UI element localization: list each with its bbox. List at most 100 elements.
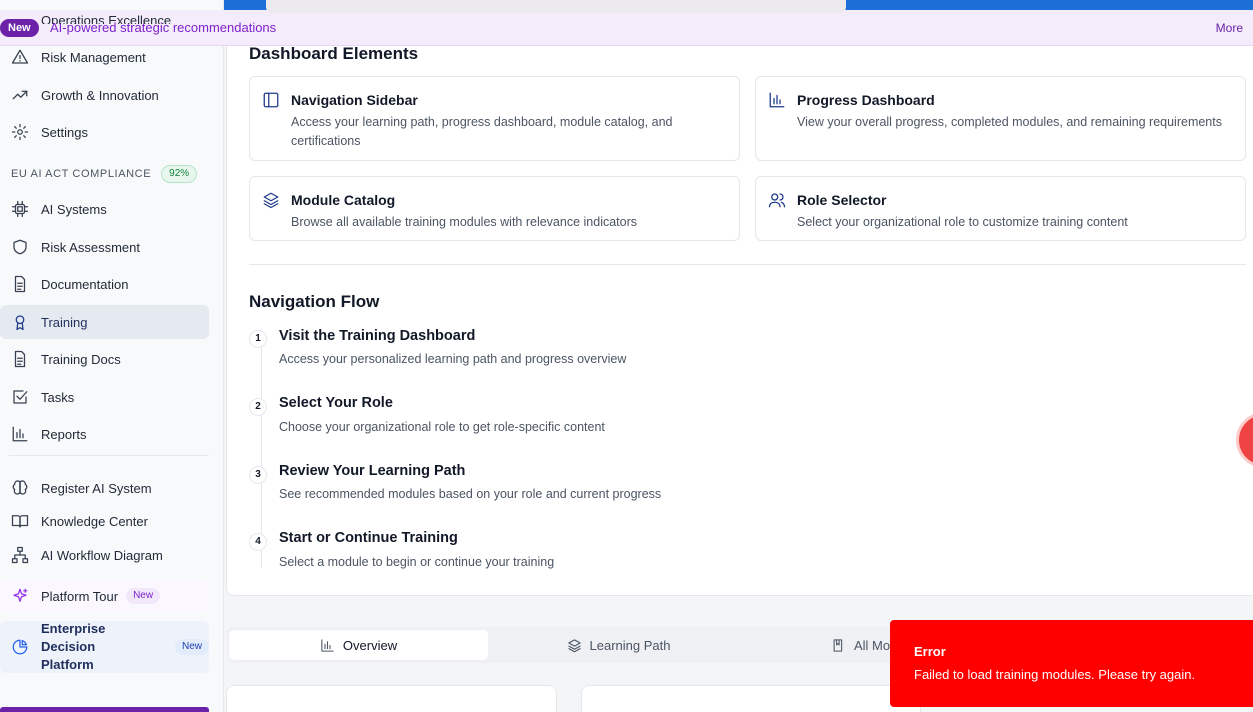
sidebar-item-label: Register AI System — [41, 480, 152, 496]
sidebar: Operations Excellence Risk Management Gr… — [0, 0, 224, 712]
sidebar-item-reports[interactable]: Reports — [0, 417, 209, 451]
enterprise-decision-platform-button[interactable]: Enterprise Decision Platform New — [0, 621, 209, 673]
tab-label: Learning Path — [589, 637, 671, 653]
enterprise-label-line2: Platform — [41, 657, 94, 672]
tab-overview[interactable]: Overview — [229, 630, 488, 660]
sidebar-item-knowledge-center[interactable]: Knowledge Center — [0, 504, 209, 538]
error-toast[interactable]: Error Failed to load training modules. P… — [890, 620, 1253, 707]
element-card-module-catalog: Module Catalog Browse all available trai… — [249, 176, 740, 241]
sidebar-item-label: Knowledge Center — [41, 513, 148, 529]
gear-icon — [11, 123, 29, 141]
sidebar-item-register-ai-system[interactable]: Register AI System — [0, 471, 209, 505]
dashboard-elements-heading: Dashboard Elements — [249, 44, 419, 63]
workflow-icon — [11, 546, 29, 564]
section-title: EU AI ACT COMPLIANCE — [11, 168, 152, 180]
checkbox-icon — [11, 388, 29, 406]
step-description: Access your personalized learning path a… — [279, 352, 627, 366]
sidebar-item-settings[interactable]: Settings — [0, 115, 209, 149]
tab-learning-path[interactable]: Learning Path — [489, 630, 748, 660]
sidebar-item-label: Risk Assessment — [41, 239, 140, 255]
element-card-progress-dashboard: Progress Dashboard View your overall pro… — [755, 76, 1246, 161]
enterprise-label: Enterprise Decision Platform — [41, 620, 153, 674]
sidebar-icon — [262, 91, 280, 109]
sidebar-item-label: Operations Excellence — [41, 13, 172, 24]
sidebar-item-label: AI Workflow Diagram — [41, 547, 163, 563]
sidebar-item-ai-workflow-diagram[interactable]: AI Workflow Diagram — [0, 538, 209, 572]
element-description: Select your organizational role to custo… — [797, 215, 1128, 229]
element-title: Navigation Sidebar — [291, 92, 418, 108]
more-link[interactable]: More — [1216, 21, 1243, 35]
element-title: Module Catalog — [291, 192, 396, 208]
step-description: Select a module to begin or continue you… — [279, 555, 555, 569]
platform-tour-button[interactable]: Platform Tour New — [0, 579, 209, 613]
bar-chart-icon — [11, 425, 29, 443]
step-number: 4 — [249, 533, 267, 551]
step-title: Review Your Learning Path — [279, 463, 466, 479]
compliance-percent-badge: 92% — [161, 165, 198, 183]
step-description: See recommended modules based on your ro… — [279, 487, 662, 501]
new-badge: New — [126, 588, 161, 604]
sidebar-item-risk-assessment[interactable]: Risk Assessment — [0, 230, 209, 264]
step-number: 2 — [249, 398, 267, 416]
sidebar-bottom-button[interactable] — [0, 707, 209, 712]
sidebar-item-label: Training Docs — [41, 351, 121, 367]
sidebar-item-training-docs[interactable]: Training Docs — [0, 342, 209, 376]
sidebar-item-label: Documentation — [41, 276, 129, 292]
element-title: Progress Dashboard — [797, 92, 935, 108]
brain-icon — [11, 479, 29, 497]
step-number: 3 — [249, 466, 267, 484]
book-icon — [833, 638, 843, 652]
book-icon — [11, 512, 29, 530]
training-guide-card: Dashboard Elements Navigation Sidebar Ac… — [226, 44, 1253, 596]
enterprise-label-line1: Enterprise Decision — [41, 621, 106, 654]
element-description: Access your learning path, progress dash… — [291, 115, 673, 148]
sidebar-item-tasks[interactable]: Tasks — [0, 380, 209, 414]
sidebar-item-label: Settings — [41, 124, 88, 140]
bar-chart-icon — [321, 638, 334, 652]
trending-up-icon — [11, 86, 29, 104]
platform-tour-label: Platform Tour — [41, 588, 119, 604]
new-badge: New — [174, 639, 209, 655]
step-title: Select Your Role — [279, 395, 393, 411]
tab-label: All Mo — [854, 637, 891, 653]
sparkles-icon — [11, 587, 29, 605]
award-icon — [11, 313, 29, 331]
sidebar-item-documentation[interactable]: Documentation — [0, 267, 209, 301]
step-title: Visit the Training Dashboard — [279, 328, 476, 344]
element-card-navigation-sidebar: Navigation Sidebar Access your learning … — [249, 76, 740, 161]
sidebar-item-ai-systems[interactable]: AI Systems — [0, 192, 209, 226]
tab-label: Overview — [342, 637, 398, 653]
element-description: Browse all available training modules wi… — [291, 215, 638, 229]
shield-icon — [11, 238, 29, 256]
element-description: View your overall progress, completed mo… — [797, 115, 1222, 129]
step-number: 1 — [249, 330, 267, 348]
pie-chart-icon — [11, 638, 29, 656]
cpu-icon — [11, 200, 29, 218]
overview-card — [581, 685, 921, 712]
search-bar-partial[interactable] — [266, 0, 846, 13]
warning-icon — [11, 48, 29, 66]
compliance-section-label: EU AI ACT COMPLIANCE 92% — [11, 165, 198, 183]
toast-title: Error — [914, 644, 946, 659]
sidebar-item-label: Risk Management — [41, 49, 146, 65]
overview-card — [226, 685, 557, 712]
step-description: Choose your organizational role to get r… — [279, 420, 605, 434]
layers-icon — [567, 638, 581, 652]
layers-icon — [262, 191, 280, 209]
sidebar-item-training[interactable]: Training — [0, 305, 209, 339]
sidebar-item-label: Reports — [41, 426, 87, 442]
users-icon — [768, 191, 786, 209]
sidebar-divider — [9, 455, 209, 456]
sidebar-item-partial: Operations Excellence — [0, 10, 224, 24]
step-title: Start or Continue Training — [279, 530, 458, 546]
element-title: Role Selector — [797, 192, 887, 208]
sidebar-item-label: Growth & Innovation — [41, 87, 159, 103]
sidebar-item-label: Training — [41, 314, 88, 330]
sidebar-item-label: Tasks — [41, 389, 75, 405]
toast-message: Failed to load training modules. Please … — [914, 667, 1196, 682]
section-divider — [249, 264, 1246, 265]
document-icon — [11, 275, 29, 293]
bar-chart-icon — [768, 91, 786, 109]
sidebar-item-growth-innovation[interactable]: Growth & Innovation — [0, 78, 209, 112]
navigation-flow-heading: Navigation Flow — [249, 292, 380, 311]
